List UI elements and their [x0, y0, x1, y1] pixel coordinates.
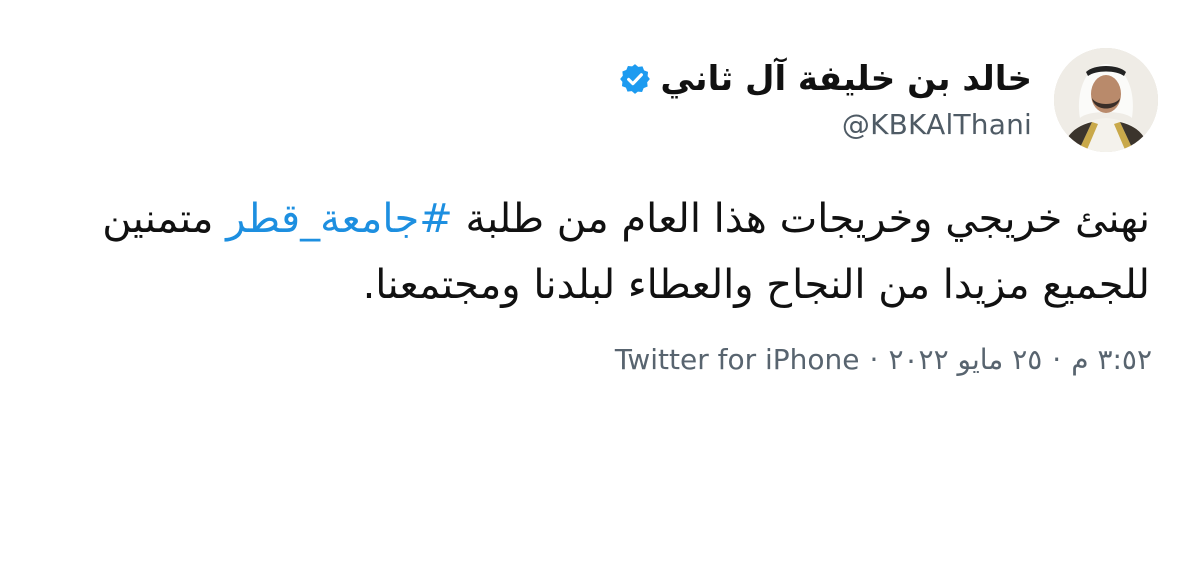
hashtag-link[interactable]: #جامعة_قطر	[226, 196, 453, 242]
meta-separator: ·	[1052, 343, 1062, 376]
tweet-card: خالد بن خليفة آل ثاني @KBKAlThani نهنئ خ…	[0, 0, 1200, 580]
author-name[interactable]: خالد بن خليفة آل ثاني	[660, 57, 1032, 101]
tweet-source[interactable]: Twitter for iPhone	[615, 340, 860, 380]
tweet-text-before: نهنئ خريجي وخريجات هذا العام من طلبة	[452, 196, 1150, 242]
avatar[interactable]	[1054, 48, 1158, 152]
tweet-meta: ٣:٥٢ م · ٢٥ مايو ٢٠٢٢ · Twitter for iPho…	[615, 340, 1152, 380]
author-handle[interactable]: @KBKAlThani	[842, 107, 1032, 143]
tweet-text: نهنئ خريجي وخريجات هذا العام من طلبة #جا…	[10, 186, 1150, 318]
author-name-row: خالد بن خليفة آل ثاني	[618, 57, 1032, 101]
tweet-date[interactable]: ٢٥ مايو ٢٠٢٢	[888, 340, 1042, 380]
author-info: خالد بن خليفة آل ثاني @KBKAlThani	[618, 57, 1032, 143]
verified-badge-icon	[618, 62, 652, 96]
meta-separator: ·	[869, 343, 879, 376]
tweet-time[interactable]: ٣:٥٢ م	[1071, 340, 1152, 380]
tweet-header: خالد بن خليفة آل ثاني @KBKAlThani	[618, 48, 1158, 152]
